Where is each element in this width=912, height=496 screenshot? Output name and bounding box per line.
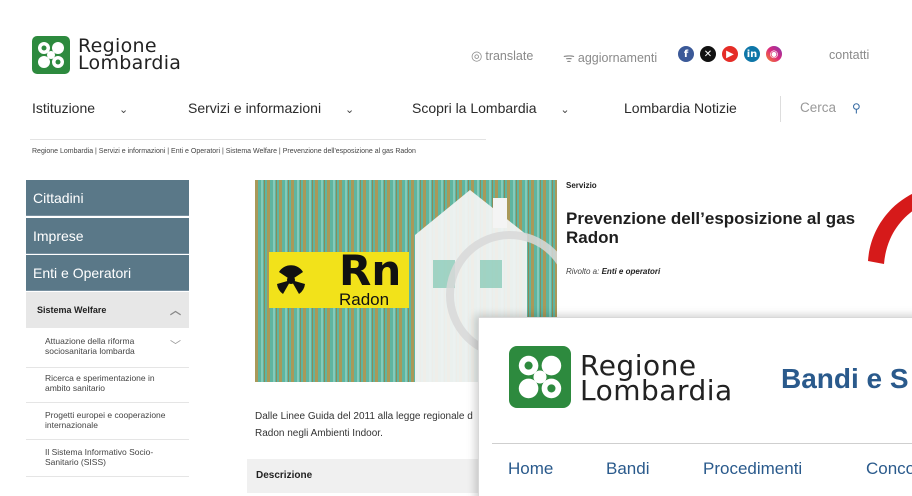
overlay-logo-icon[interactable] — [509, 346, 571, 408]
overlay-logo-text[interactable]: Regione Lombardia — [580, 352, 733, 407]
nav-item-notizie[interactable]: Lombardia Notizie — [624, 100, 737, 116]
linkedin-icon[interactable]: in — [744, 46, 760, 62]
radon-symbol: Rn — [339, 246, 402, 295]
description-header[interactable]: Descrizione — [247, 459, 482, 493]
sidebar-section-welfare[interactable]: Sistema Welfare ︿ — [26, 292, 189, 328]
x-icon[interactable]: ✕ — [700, 46, 716, 62]
overlay-heading: Bandi e S — [781, 363, 909, 394]
red-arrow-shape — [868, 193, 912, 264]
regione-logo-text[interactable]: Regione Lombardia — [78, 37, 182, 74]
sidebar-item-label: Il Sistema Informativo Socio-Sanitario (… — [45, 447, 154, 467]
globe-icon: ◎ — [471, 48, 483, 63]
search-button[interactable]: Cerca — [800, 100, 836, 115]
logo-line2: Lombardia — [78, 52, 182, 74]
service-type-label: Servizio — [566, 181, 597, 190]
updates-label: aggiornamenti — [577, 51, 658, 65]
sidebar-tab-imprese[interactable]: Imprese — [26, 218, 189, 254]
nav-label: Servizi e informazioni — [188, 100, 322, 116]
header-divider — [30, 139, 486, 140]
youtube-icon[interactable]: ▶ — [722, 46, 738, 62]
overlay-nav-procedimenti[interactable]: Procedimenti — [703, 459, 802, 479]
audience-line: Rivolto a: Enti e operatori — [566, 267, 660, 276]
instagram-icon[interactable]: ◉ — [766, 46, 782, 62]
page-title: Prevenzione dell’esposizione al gas Rado… — [566, 209, 856, 247]
translate-label: translate — [485, 49, 534, 63]
updates-link[interactable]: ᯤ aggiornamenti — [563, 48, 657, 66]
audience-prefix: Rivolto a: — [566, 267, 600, 276]
search-icon[interactable]: ⚲ — [852, 101, 861, 115]
rss-icon: ᯤ — [563, 50, 575, 65]
facebook-icon[interactable]: f — [678, 46, 694, 62]
contacts-link[interactable]: contatti — [829, 48, 869, 62]
translate-link[interactable]: ◎ translate — [471, 48, 533, 64]
chevron-up-icon[interactable]: ︿ — [170, 302, 181, 318]
chevron-down-icon: ⌄ — [344, 104, 355, 116]
overlay-logo-line2: Lombardia — [580, 374, 733, 407]
chevron-down-icon: ⌄ — [118, 104, 129, 116]
sidebar-item-label: Attuazione della riforma sociosanitaria … — [45, 336, 135, 356]
sidebar-item-siss[interactable]: Il Sistema Informativo Socio-Sanitario (… — [26, 447, 189, 477]
audience-link[interactable]: Enti e operatori — [602, 267, 661, 276]
nav-item-servizi[interactable]: Servizi e informazioni ⌄ — [188, 100, 354, 116]
overlay-nav-home[interactable]: Home — [508, 459, 553, 479]
chevron-down-icon: ⌄ — [560, 104, 570, 116]
intro-text: Dalle Linee Guida del 2011 alla legge re… — [255, 411, 473, 439]
nav-item-istituzione[interactable]: Istituzione ⌄ — [32, 100, 128, 116]
sidebar-section-label: Sistema Welfare — [37, 305, 107, 315]
radon-word: Radon — [339, 290, 390, 309]
nav-item-scopri[interactable]: Scopri la Lombardia ⌄ — [412, 100, 570, 116]
nav-label: Scopri la Lombardia — [412, 100, 537, 116]
sidebar-item-ricerca[interactable]: Ricerca e sperimentazione in ambito sani… — [26, 373, 189, 403]
regione-logo-icon[interactable] — [32, 36, 70, 74]
sidebar-tab-cittadini[interactable]: Cittadini — [26, 180, 189, 216]
sidebar-item-label: Progetti europei e cooperazione internaz… — [45, 410, 166, 430]
social-links: f ✕ ▶ in ◉ — [678, 46, 782, 62]
chevron-down-icon[interactable]: ﹀ — [170, 341, 181, 352]
nav-divider — [780, 96, 781, 122]
sidebar-item-progetti[interactable]: Progetti europei e cooperazione internaz… — [26, 410, 189, 440]
sidebar-item-label: Ricerca e sperimentazione in ambito sani… — [45, 373, 155, 393]
overlay-divider — [492, 443, 912, 444]
sidebar-tab-enti[interactable]: Enti e Operatori — [26, 255, 189, 291]
overlay-nav-concorsi[interactable]: Conco — [866, 459, 912, 479]
sidebar-item-riforma[interactable]: Attuazione della riforma sociosanitaria … — [26, 336, 189, 368]
breadcrumb[interactable]: Regione Lombardia | Servizi e informazio… — [32, 148, 416, 155]
overlay-nav-bandi[interactable]: Bandi — [606, 459, 649, 479]
nav-label: Istituzione — [32, 100, 96, 116]
